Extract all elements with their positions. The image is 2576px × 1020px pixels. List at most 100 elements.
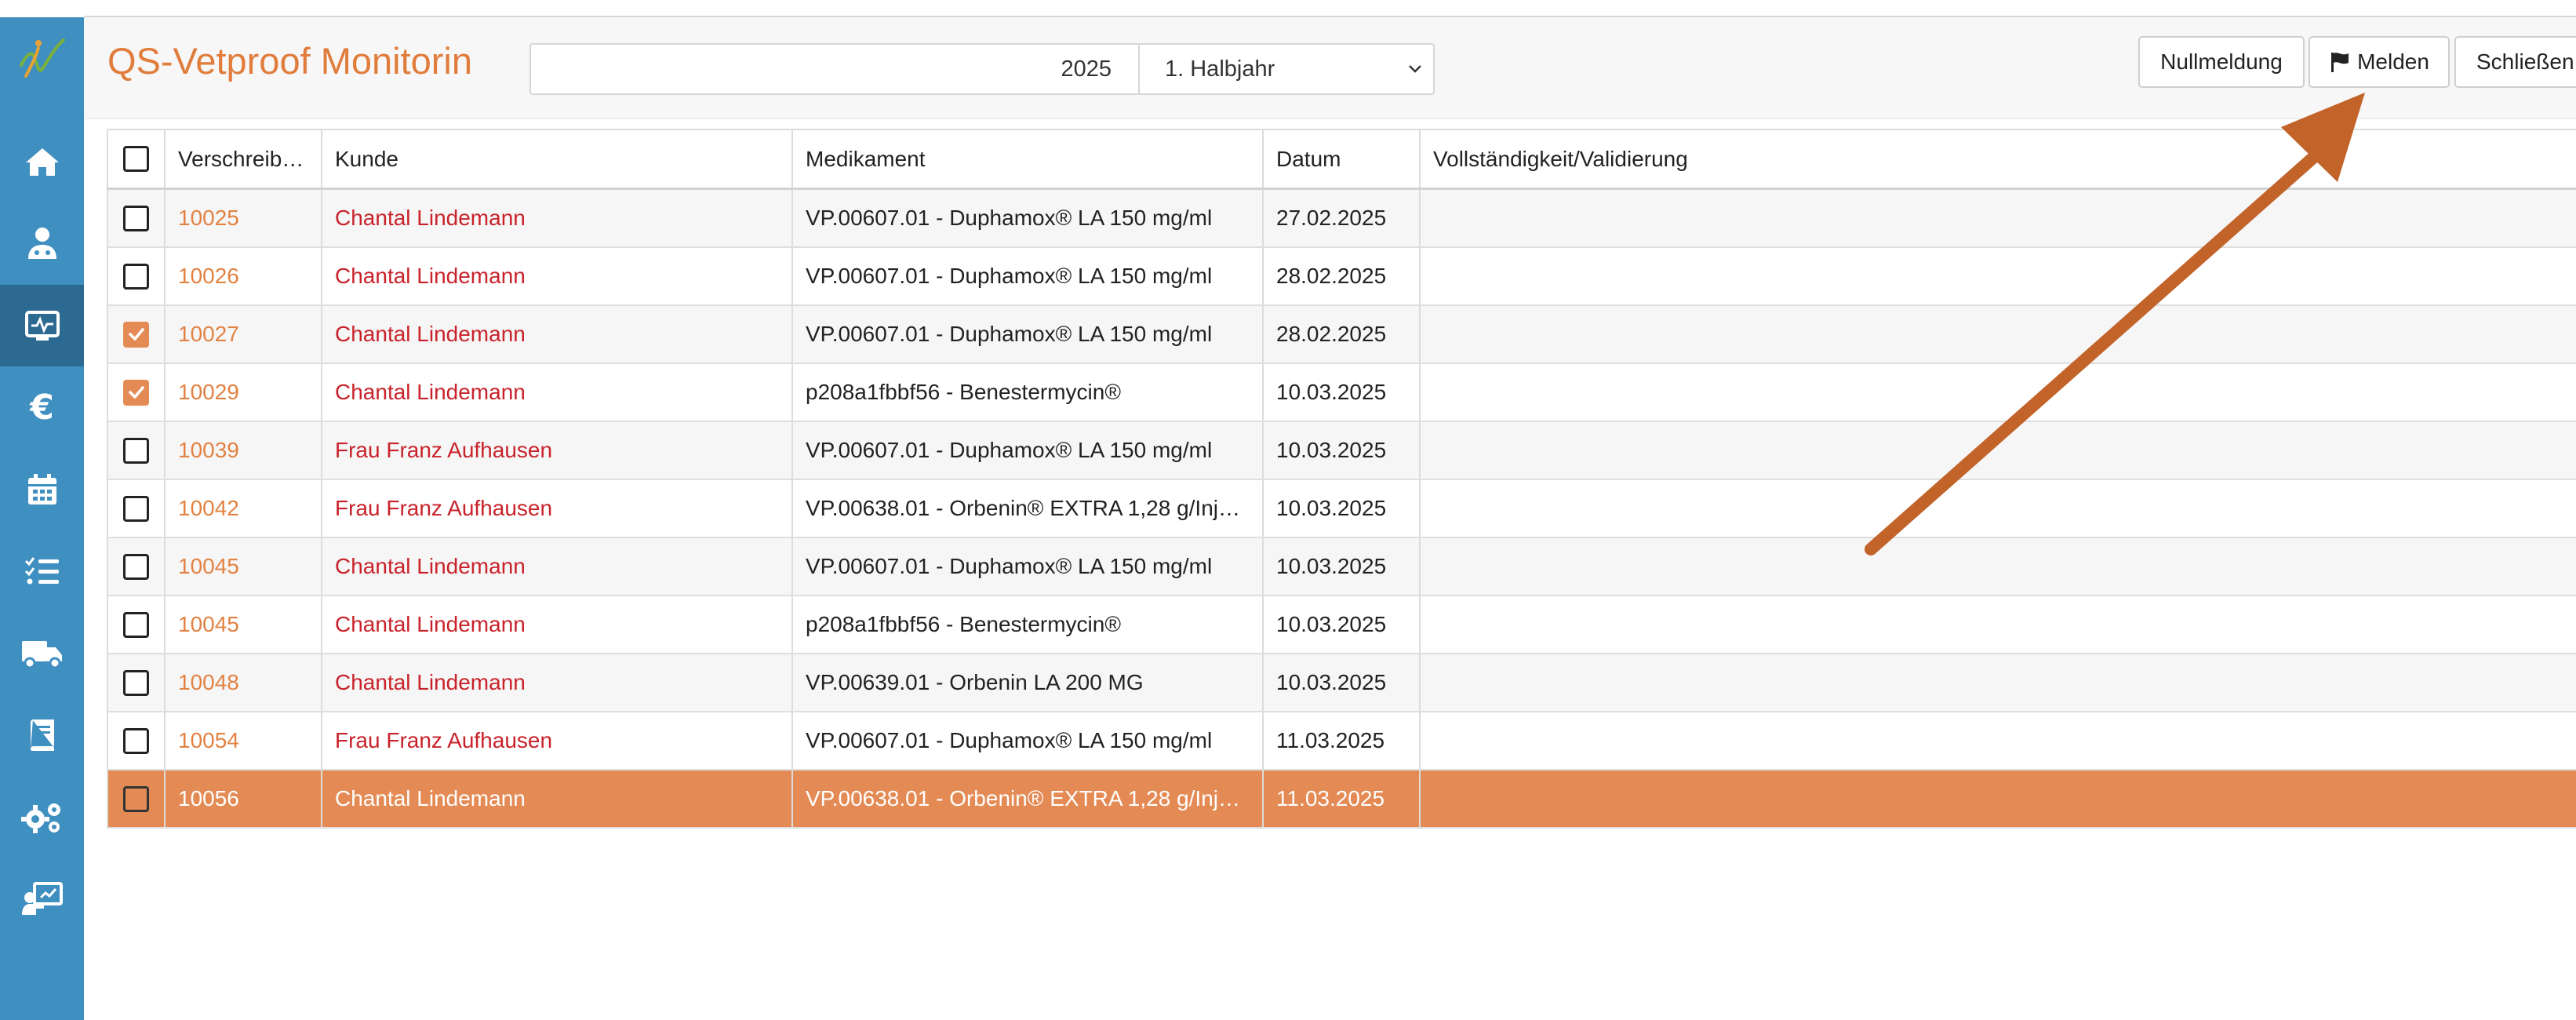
nav-calendar[interactable]: [0, 449, 84, 530]
cell-datum: 11.03.2025: [1264, 712, 1421, 769]
table-row[interactable]: 10045 Chantal Lindemann VP.00607.01 - Duph…: [107, 538, 2576, 596]
table-row[interactable]: 10045 Chantal Lindemann p208a1fbbf56 - Ben…: [107, 596, 2576, 654]
row-select-cell: [107, 596, 166, 653]
column-header-kunde-label: Kunde: [335, 146, 398, 171]
nav-training[interactable]: [0, 858, 84, 940]
medication-text: VP.00607.01 - Duphamox® LA 150 mg/ml: [806, 728, 1213, 752]
row-checkbox[interactable]: [123, 785, 149, 812]
prescription-number-link[interactable]: 10027: [178, 322, 239, 347]
nullmeldung-button-label: Nullmeldung: [2160, 49, 2283, 74]
column-header-datum[interactable]: Datum: [1264, 130, 1421, 188]
cell-datum: 10.03.2025: [1264, 480, 1421, 537]
prescription-number-link[interactable]: 10045: [178, 612, 239, 637]
customer-link[interactable]: Chantal Lindemann: [335, 612, 526, 637]
cell-validierung: [1421, 538, 2576, 595]
customer-link[interactable]: Chantal Lindemann: [335, 380, 526, 405]
table-row[interactable]: 10056 Chantal Lindemann VP.00638.01 - Orbe…: [107, 770, 2576, 829]
nav-vet[interactable]: [0, 202, 84, 284]
nav-tasks[interactable]: [0, 530, 84, 612]
cell-validierung: [1421, 596, 2576, 653]
table-row[interactable]: 10048 Chantal Lindemann VP.00639.01 - Orbe…: [107, 654, 2576, 712]
table-row[interactable]: 10025 Chantal Lindemann VP.00607.01 - Duph…: [107, 190, 2576, 248]
customer-link[interactable]: Frau Franz Aufhausen: [335, 496, 552, 521]
column-header-nr[interactable]: Verschreib…: [166, 130, 322, 188]
cell-nr: 10025: [166, 190, 322, 246]
row-checkbox[interactable]: [123, 669, 149, 696]
year-field[interactable]: [529, 43, 1144, 95]
table-row[interactable]: 10042 Frau Franz Aufhausen VP.00638.01 - O…: [107, 480, 2576, 538]
cell-validierung: [1421, 190, 2576, 246]
cell-kunde: Chantal Lindemann: [322, 364, 793, 421]
customer-link[interactable]: Chantal Lindemann: [335, 264, 526, 289]
customer-link[interactable]: Frau Franz Aufhausen: [335, 438, 552, 463]
cell-medikament: VP.00607.01 - Duphamox® LA 150 mg/ml: [793, 422, 1264, 479]
prescription-number-link[interactable]: 10045: [178, 554, 239, 579]
row-checkbox[interactable]: [123, 321, 149, 348]
prescription-number-link[interactable]: 10042: [178, 496, 239, 521]
checkmark-icon: [128, 328, 144, 341]
customer-link[interactable]: Chantal Lindemann: [335, 206, 526, 231]
app-logo[interactable]: [0, 17, 84, 102]
cell-medikament: VP.00607.01 - Duphamox® LA 150 mg/ml: [793, 538, 1264, 595]
select-all-checkbox[interactable]: [123, 146, 149, 172]
table-row[interactable]: 10039 Frau Franz Aufhausen VP.00607.01 - D…: [107, 422, 2576, 480]
cell-medikament: VP.00638.01 - Orbenin® EXTRA 1,28 g/Inje…: [793, 770, 1264, 827]
melden-button[interactable]: Melden: [2309, 36, 2450, 88]
cell-validierung: [1421, 364, 2576, 421]
table-row[interactable]: 10027 Chantal Lindemann VP.00607.01 - Duph…: [107, 306, 2576, 364]
customer-link[interactable]: Frau Franz Aufhausen: [335, 728, 552, 753]
nav-monitoring[interactable]: [0, 285, 84, 366]
cell-kunde: Frau Franz Aufhausen: [322, 422, 793, 479]
medication-text: VP.00638.01 - Orbenin® EXTRA 1,28 g/Inje…: [806, 786, 1250, 811]
prescription-number-link[interactable]: 10056: [178, 786, 239, 811]
cell-kunde: Chantal Lindemann: [322, 306, 793, 362]
row-select-cell: [107, 248, 166, 304]
prescription-number-link[interactable]: 10025: [178, 206, 239, 231]
prescription-number-link[interactable]: 10029: [178, 380, 239, 405]
table-row[interactable]: 10054 Frau Franz Aufhausen VP.00607.01 - D…: [107, 712, 2576, 770]
medication-text: VP.00607.01 - Duphamox® LA 150 mg/ml: [806, 554, 1213, 578]
prescription-number-link[interactable]: 10054: [178, 728, 239, 753]
nav-home[interactable]: [0, 121, 84, 202]
period-select[interactable]: 1. Halbjahr: [1138, 43, 1435, 95]
column-header-medikament[interactable]: Medikament: [793, 130, 1264, 188]
prescription-number-link[interactable]: 10039: [178, 438, 239, 463]
column-header-kunde[interactable]: Kunde: [322, 130, 793, 188]
cell-kunde: Chantal Lindemann: [322, 538, 793, 595]
medication-text: VP.00607.01 - Duphamox® LA 150 mg/ml: [806, 206, 1213, 230]
row-checkbox[interactable]: [123, 611, 149, 638]
customer-link[interactable]: Chantal Lindemann: [335, 786, 526, 811]
logo-icon: [19, 38, 65, 78]
row-checkbox[interactable]: [123, 205, 149, 231]
nav-documentation[interactable]: [0, 694, 84, 776]
row-checkbox[interactable]: [123, 437, 149, 464]
nav-finance[interactable]: €: [0, 366, 84, 448]
column-header-nr-label: Verschreib…: [178, 146, 304, 171]
nullmeldung-button[interactable]: Nullmeldung: [2138, 36, 2305, 88]
page-title: QS-Vetproof Monitorin: [107, 40, 472, 82]
close-button[interactable]: Schließen: [2454, 36, 2576, 88]
table-row[interactable]: 10029 Chantal Lindemann p208a1fbbf56 - Ben…: [107, 364, 2576, 422]
row-checkbox[interactable]: [123, 727, 149, 754]
cell-kunde: Chantal Lindemann: [322, 770, 793, 827]
row-checkbox[interactable]: [123, 553, 149, 580]
year-input[interactable]: [531, 45, 1143, 93]
customer-link[interactable]: Chantal Lindemann: [335, 670, 526, 695]
row-checkbox[interactable]: [123, 495, 149, 522]
date-text: 10.03.2025: [1276, 380, 1387, 404]
table-body: 10025 Chantal Lindemann VP.00607.01 - Duph…: [107, 190, 2576, 829]
prescription-number-link[interactable]: 10026: [178, 264, 239, 289]
customer-link[interactable]: Chantal Lindemann: [335, 554, 526, 579]
nav-delivery[interactable]: [0, 613, 84, 694]
cell-validierung: [1421, 248, 2576, 304]
cell-kunde: Chantal Lindemann: [322, 190, 793, 246]
row-checkbox[interactable]: [123, 379, 149, 406]
prescription-number-link[interactable]: 10048: [178, 670, 239, 695]
customer-link[interactable]: Chantal Lindemann: [335, 322, 526, 347]
header-select-cell: [107, 130, 166, 188]
row-checkbox[interactable]: [123, 263, 149, 290]
nav-settings[interactable]: [0, 777, 84, 858]
column-header-validierung[interactable]: Vollständigkeit/Validierung: [1421, 130, 2576, 188]
table-row[interactable]: 10026 Chantal Lindemann VP.00607.01 - Duph…: [107, 248, 2576, 306]
column-header-medikament-label: Medikament: [806, 146, 926, 171]
